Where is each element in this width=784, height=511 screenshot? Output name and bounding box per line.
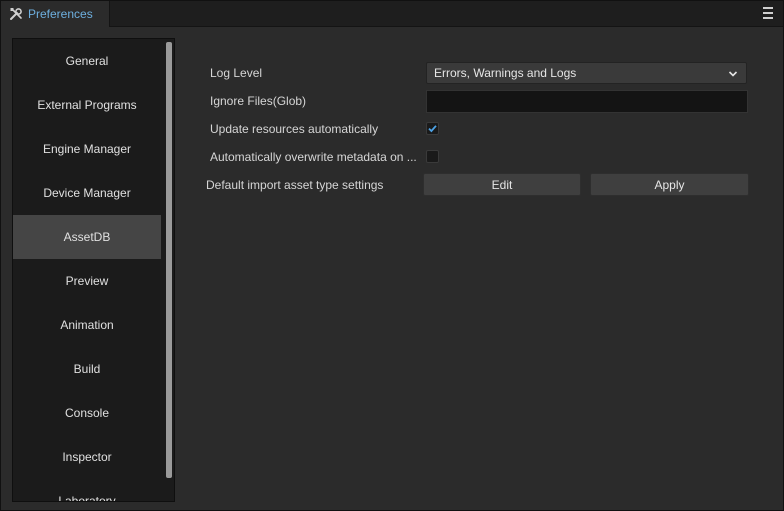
sidebar-item-console[interactable]: Console [13, 391, 161, 435]
sidebar-item-build[interactable]: Build [13, 347, 161, 391]
preferences-sidebar: General External Programs Engine Manager… [12, 38, 175, 502]
sidebar-item-assetdb[interactable]: AssetDB [13, 215, 161, 259]
overwrite-metadata-checkbox[interactable] [426, 150, 439, 163]
chevron-down-icon [728, 68, 738, 78]
hamburger-menu-icon[interactable] [763, 7, 773, 19]
default-import-label: Default import asset type settings [206, 178, 384, 192]
tab-bar: Preferences [1, 1, 783, 27]
sidebar-scrollbar[interactable] [166, 42, 172, 478]
sidebar-item-device-manager[interactable]: Device Manager [13, 171, 161, 215]
sidebar-item-laboratory[interactable]: Laboratory [13, 479, 161, 501]
overwrite-metadata-label: Automatically overwrite metadata on ... [210, 150, 417, 164]
update-resources-checkbox[interactable] [426, 122, 439, 135]
sidebar-item-preview[interactable]: Preview [13, 259, 161, 303]
ignore-files-label: Ignore Files(Glob) [210, 94, 307, 108]
update-resources-label: Update resources automatically [210, 122, 379, 136]
preferences-window: Preferences General External Programs En… [0, 0, 784, 511]
log-level-select[interactable]: Errors, Warnings and Logs [426, 62, 747, 84]
edit-button[interactable]: Edit [423, 173, 581, 196]
tab-preferences[interactable]: Preferences [1, 1, 110, 27]
sidebar-item-external-programs[interactable]: External Programs [13, 83, 161, 127]
sidebar-item-inspector[interactable]: Inspector [13, 435, 161, 479]
sidebar-item-general[interactable]: General [13, 39, 161, 83]
tab-label: Preferences [28, 7, 93, 21]
checkmark-icon [428, 125, 437, 133]
ignore-files-input[interactable] [426, 90, 748, 113]
tools-icon [9, 7, 23, 21]
sidebar-item-animation[interactable]: Animation [13, 303, 161, 347]
sidebar-item-engine-manager[interactable]: Engine Manager [13, 127, 161, 171]
log-level-label: Log Level [210, 66, 263, 80]
log-level-value: Errors, Warnings and Logs [434, 66, 577, 80]
apply-button[interactable]: Apply [590, 173, 749, 196]
